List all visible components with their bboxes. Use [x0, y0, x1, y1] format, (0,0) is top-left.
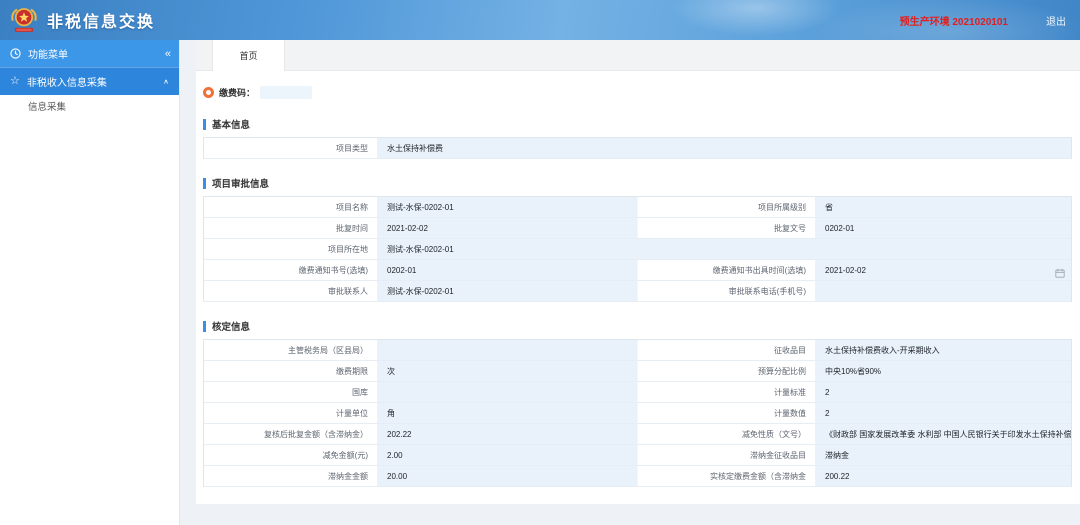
tax-emblem-logo [10, 5, 38, 35]
field-value[interactable]: 202.22 [378, 424, 638, 445]
field-label: 批复文号 [638, 218, 816, 239]
form-section: 基本信息项目类型水土保持补偿费 [203, 117, 1072, 159]
field-value[interactable]: 水土保持补偿费 [378, 138, 1071, 159]
star-icon: ☆ [10, 76, 20, 87]
sidebar-menu-header[interactable]: 功能菜单 « [0, 40, 179, 67]
field-label: 项目所属级别 [638, 197, 816, 218]
group-title: 非税收入信息采集 [27, 74, 107, 89]
field-value[interactable]: 2 [816, 382, 1071, 403]
field-value[interactable]: 0202-01 [816, 218, 1071, 239]
app-title: 非税信息交换 [47, 8, 155, 32]
field-value[interactable]: 测试-水保-0202-01 [378, 239, 1071, 260]
menu-title: 功能菜单 [28, 46, 68, 61]
form-table: 项目名称测试-水保-0202-01项目所属级别省批复时间2021-02-02批复… [203, 196, 1072, 302]
field-value[interactable]: 2 [816, 403, 1071, 424]
field-value[interactable]: 2.00 [378, 445, 638, 466]
section-title-bar [203, 119, 206, 130]
field-label: 计量标准 [638, 382, 816, 403]
field-label: 审批联系电话(手机号) [638, 281, 816, 302]
field-label: 减免性质（文号） [638, 424, 816, 445]
form-section: 核定信息主管税务局（区县局） 征收品目水土保持补偿费收入-开采期收入缴费期限次预算… [203, 319, 1072, 487]
logout-button[interactable]: 退出 [1046, 13, 1066, 28]
form-table: 项目类型水土保持补偿费 [203, 137, 1072, 159]
app-header: 非税信息交换 预生产环境 2021020101 退出 [0, 0, 1080, 40]
field-value[interactable]: 次 [378, 361, 638, 382]
field-value[interactable]: 省 [816, 197, 1071, 218]
payment-code-row: 缴费码： [203, 84, 1072, 100]
field-value[interactable]: 200.22 [816, 466, 1071, 487]
field-value[interactable]: 20.00 [378, 466, 638, 487]
section-title: 核定信息 [203, 319, 1072, 333]
field-label: 计量数值 [638, 403, 816, 424]
field-value[interactable]: 滞纳金 [816, 445, 1071, 466]
form-table: 主管税务局（区县局） 征收品目水土保持补偿费收入-开采期收入缴费期限次预算分配比例… [203, 339, 1072, 487]
payment-code-label: 缴费码： [219, 86, 255, 99]
field-label: 复核后批复金额（含滞纳金） [204, 424, 378, 445]
panel-body: 缴费码： 基本信息项目类型水土保持补偿费项目审批信息项目名称测试-水保-0202… [196, 71, 1080, 487]
field-label: 征收品目 [638, 340, 816, 361]
field-value[interactable] [816, 281, 1071, 302]
brand: 非税信息交换 [10, 5, 155, 35]
field-value[interactable]: 中央10%省90% [816, 361, 1071, 382]
section-title-text: 核定信息 [212, 319, 250, 333]
section-title-bar [203, 321, 206, 332]
field-label: 国库 [204, 382, 378, 403]
form-sections: 基本信息项目类型水土保持补偿费项目审批信息项目名称测试-水保-0202-01项目… [203, 117, 1072, 487]
field-value[interactable]: 2021-02-02 [378, 218, 638, 239]
field-label: 计量单位 [204, 403, 378, 424]
field-label: 滞纳金征收品目 [638, 445, 816, 466]
field-label: 项目所在地 [204, 239, 378, 260]
field-value[interactable]: 水土保持补偿费收入-开采期收入 [816, 340, 1071, 361]
section-title-bar [203, 178, 206, 189]
field-label: 项目类型 [204, 138, 378, 159]
field-value[interactable]: 2021-02-02 [816, 260, 1071, 281]
section-title: 项目审批信息 [203, 176, 1072, 190]
field-value[interactable]: 0202-01 [378, 260, 638, 281]
field-value[interactable]: 角 [378, 403, 638, 424]
field-label: 主管税务局（区县局） [204, 340, 378, 361]
field-label: 实核定缴费金额（含滞纳金 [638, 466, 816, 487]
field-label: 缴费通知书号(选填) [204, 260, 378, 281]
calendar-icon[interactable] [1055, 265, 1065, 275]
field-label: 缴费期限 [204, 361, 378, 382]
form-section: 项目审批信息项目名称测试-水保-0202-01项目所属级别省批复时间2021-0… [203, 176, 1072, 302]
section-title-text: 项目审批信息 [212, 176, 269, 190]
sidebar: 功能菜单 « ☆ 非税收入信息采集 ∧ 信息采集 [0, 40, 180, 525]
field-label: 批复时间 [204, 218, 378, 239]
field-value[interactable]: 《财政部 国家发展改革委 水利部 中国人民银行关于印发水土保持补偿费 [816, 424, 1071, 445]
environment-label: 预生产环境 2021020101 [900, 13, 1008, 28]
section-title-text: 基本信息 [212, 117, 250, 131]
field-label: 滞纳金金额 [204, 466, 378, 487]
field-label: 缴费通知书出具时间(选填) [638, 260, 816, 281]
field-value[interactable] [378, 382, 638, 403]
sidebar-item-info-collect[interactable]: 信息采集 [0, 95, 179, 121]
field-value[interactable] [378, 340, 638, 361]
tab-bar: 首页 [196, 40, 1080, 71]
field-value[interactable]: 测试-水保-0202-01 [378, 197, 638, 218]
chevron-up-icon[interactable]: ∧ [163, 78, 169, 85]
payment-code-icon [203, 87, 214, 98]
field-label: 审批联系人 [204, 281, 378, 302]
sidebar-group-nontax-collect[interactable]: ☆ 非税收入信息采集 ∧ [0, 67, 179, 95]
field-label: 项目名称 [204, 197, 378, 218]
menu-icon [10, 48, 21, 59]
collapse-icon[interactable]: « [165, 48, 171, 60]
payment-code-field[interactable] [260, 86, 312, 99]
field-value[interactable]: 测试-水保-0202-01 [378, 281, 638, 302]
field-label: 预算分配比例 [638, 361, 816, 382]
section-title: 基本信息 [203, 117, 1072, 131]
field-label: 减免金额(元) [204, 445, 378, 466]
tab-home[interactable]: 首页 [212, 40, 285, 71]
content-panel: 首页 缴费码： 基本信息项目类型水土保持补偿费项目审批信息项目名称测试-水保-0… [196, 40, 1080, 504]
header-right: 预生产环境 2021020101 退出 [900, 13, 1066, 28]
main-area: 首页 缴费码： 基本信息项目类型水土保持补偿费项目审批信息项目名称测试-水保-0… [180, 40, 1080, 525]
